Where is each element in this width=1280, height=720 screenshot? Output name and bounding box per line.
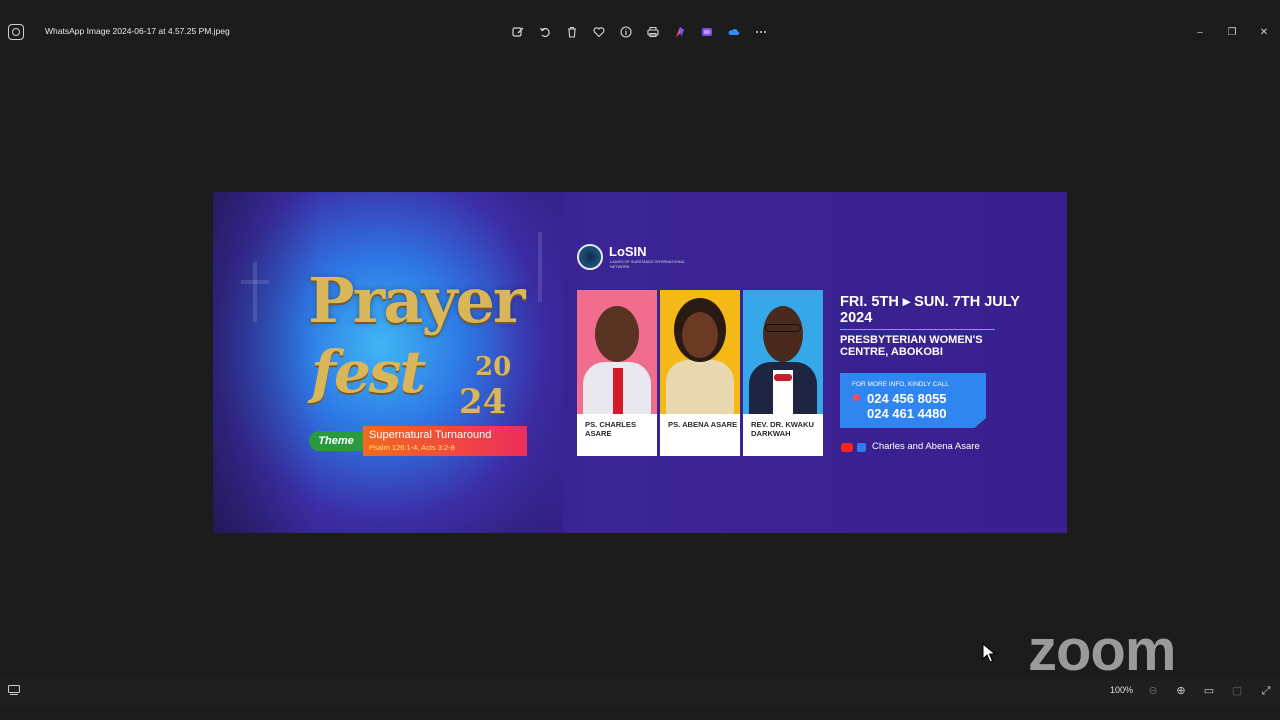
phone-number-1: 024 456 8055: [867, 391, 947, 406]
minimize-button[interactable]: –: [1193, 24, 1207, 40]
theme-box: Supernatural Turnaround Psalm 126:1-4, A…: [363, 426, 527, 456]
speaker-head: [682, 312, 718, 358]
youtube-icon: [841, 443, 853, 452]
speaker-bowtie: [774, 374, 792, 381]
theme-label: Theme: [309, 431, 363, 451]
edit-image-icon[interactable]: [510, 24, 526, 40]
speaker-card: PS. CHARLES ASARE: [577, 290, 657, 456]
restore-button[interactable]: ❐: [1225, 24, 1239, 40]
zoom-out-icon[interactable]: ⊖: [1146, 684, 1160, 698]
decor-cross-bar: [241, 280, 269, 284]
speaker-head: [595, 306, 639, 362]
onedrive-icon[interactable]: [726, 24, 742, 40]
photos-app-icon: [8, 24, 24, 40]
facebook-icon: [857, 443, 866, 452]
theme-verse: Psalm 126:1-4, Acts 3:2-8: [369, 443, 455, 452]
actual-size-icon[interactable]: ▢: [1230, 684, 1244, 698]
divider-line: [840, 329, 995, 330]
speaker-body: [666, 360, 734, 414]
rotate-icon[interactable]: [537, 24, 553, 40]
status-bar: 100% ⊖ ⊕ ▭ ▢ ⤢: [0, 676, 1280, 706]
phone-number-2: 024 461 4480: [867, 406, 947, 421]
info-icon[interactable]: [618, 24, 634, 40]
info-label: FOR MORE INFO, KINDLY CALL: [852, 381, 949, 388]
decor-cross: [253, 262, 257, 322]
speaker-photo: [743, 290, 823, 414]
contact-info-box: FOR MORE INFO, KINDLY CALL 024 456 8055 …: [840, 373, 986, 428]
speaker-head: [763, 306, 803, 362]
event-venue: PRESBYTERIAN WOMEN'S CENTRE, ABOKOBI: [840, 334, 983, 358]
speaker-glasses: [765, 324, 801, 332]
losin-logo: [577, 244, 603, 270]
speaker-photo: [577, 290, 657, 414]
delete-icon[interactable]: [564, 24, 580, 40]
print-icon[interactable]: [645, 24, 661, 40]
zoom-level[interactable]: 100%: [1110, 685, 1133, 695]
image-viewer: Prayer fest 20 24 Theme Supernatural Tur…: [0, 64, 1280, 676]
event-poster-image[interactable]: Prayer fest 20 24 Theme Supernatural Tur…: [213, 192, 1067, 533]
title-bar: WhatsApp Image 2024-06-17 at 4.57.25 PM.…: [0, 0, 1280, 64]
file-name: WhatsApp Image 2024-06-17 at 4.57.25 PM.…: [45, 26, 230, 36]
fit-to-window-icon[interactable]: ▭: [1202, 684, 1216, 698]
speaker-tie: [613, 368, 623, 414]
mouse-cursor-icon: [982, 643, 996, 663]
event-dates: FRI. 5TH ▸ SUN. 7TH JULY 2024: [840, 294, 1020, 326]
zoom-in-icon[interactable]: ⊕: [1174, 684, 1188, 698]
image-toolbar: [510, 24, 769, 40]
phone-icon: [853, 394, 860, 401]
poster-year-top: 20: [475, 352, 512, 382]
org-name: LoSIN: [609, 244, 647, 259]
speaker-photo: [660, 290, 740, 414]
close-button[interactable]: ✕: [1257, 24, 1271, 40]
designer-icon[interactable]: [672, 24, 688, 40]
fullscreen-icon[interactable]: ⤢: [1259, 684, 1273, 698]
clipchamp-icon[interactable]: [699, 24, 715, 40]
more-icon[interactable]: [753, 24, 769, 40]
theme-title: Supernatural Turnaround: [369, 429, 492, 441]
decor-cross: [538, 232, 542, 302]
zoom-watermark: zoom: [1028, 618, 1176, 683]
poster-title-prayer: Prayer: [308, 264, 526, 337]
speaker-name: REV. DR. KWAKU DARKWAH: [751, 420, 815, 438]
poster-title-fest: fest: [311, 338, 426, 406]
speaker-card: PS. ABENA ASARE: [660, 290, 740, 456]
poster-year-bottom: 24: [459, 382, 507, 422]
favorite-icon[interactable]: [591, 24, 607, 40]
filmstrip-icon[interactable]: [8, 685, 20, 695]
speaker-name: PS. ABENA ASARE: [668, 420, 738, 429]
speaker-name: PS. CHARLES ASARE: [585, 420, 637, 438]
org-subtitle: LADIES OF SUBSTANCE INTERNATIONAL NETWOR…: [610, 260, 685, 269]
social-handle: Charles and Abena Asare: [872, 441, 980, 452]
speaker-card: REV. DR. KWAKU DARKWAH: [743, 290, 823, 456]
